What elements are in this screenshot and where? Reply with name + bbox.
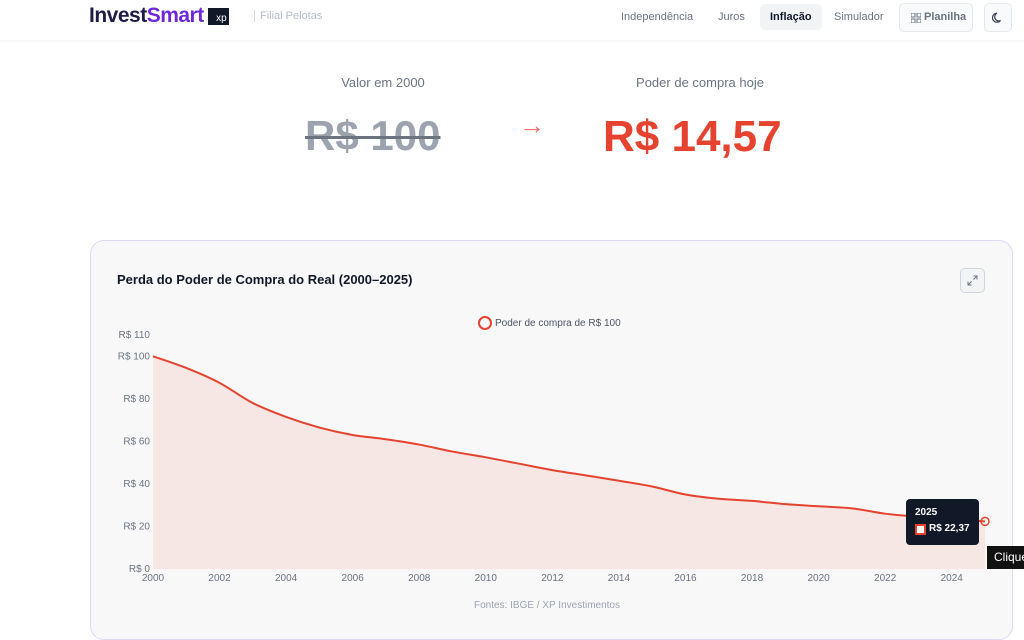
tooltip-value: R$ 22,37 <box>929 523 970 534</box>
x-tick-label: 2008 <box>408 573 431 584</box>
x-tick-label: 2022 <box>874 573 897 584</box>
x-tick-label: 2012 <box>541 573 564 584</box>
x-tick-label: 2014 <box>608 573 631 584</box>
tooltip-color-swatch <box>915 524 926 535</box>
y-tick-label: R$ 80 <box>123 394 150 405</box>
chart-tooltip: 2025 R$ 22,37 <box>906 499 979 545</box>
y-tick-label: R$ 20 <box>123 521 150 532</box>
x-tick-label: 2000 <box>142 573 165 584</box>
legend-label: Poder de compra de R$ 100 <box>495 318 621 329</box>
x-tick-label: 2024 <box>941 573 964 584</box>
x-tick-label: 2002 <box>208 573 231 584</box>
chart-area[interactable]: R$ 0R$ 20R$ 40R$ 60R$ 80R$ 100R$ 1102000… <box>0 0 1024 609</box>
series-area-fill <box>153 356 985 569</box>
x-tick-label: 2006 <box>342 573 365 584</box>
x-tick-label: 2020 <box>807 573 830 584</box>
y-tick-label: R$ 100 <box>118 351 151 362</box>
x-tick-label: 2018 <box>741 573 764 584</box>
x-tick-label: 2010 <box>475 573 498 584</box>
y-tick-label: R$ 110 <box>118 330 150 341</box>
y-tick-label: R$ 40 <box>123 479 150 490</box>
x-tick-label: 2004 <box>275 573 298 584</box>
tooltip-year: 2025 <box>915 507 938 518</box>
y-tick-label: R$ 60 <box>123 436 150 447</box>
chart-source: Fontes: IBGE / XP Investimentos <box>474 600 620 611</box>
legend-marker <box>478 316 492 330</box>
x-tick-label: 2016 <box>674 573 697 584</box>
click-hint-tooltip: Clique <box>987 546 1024 569</box>
